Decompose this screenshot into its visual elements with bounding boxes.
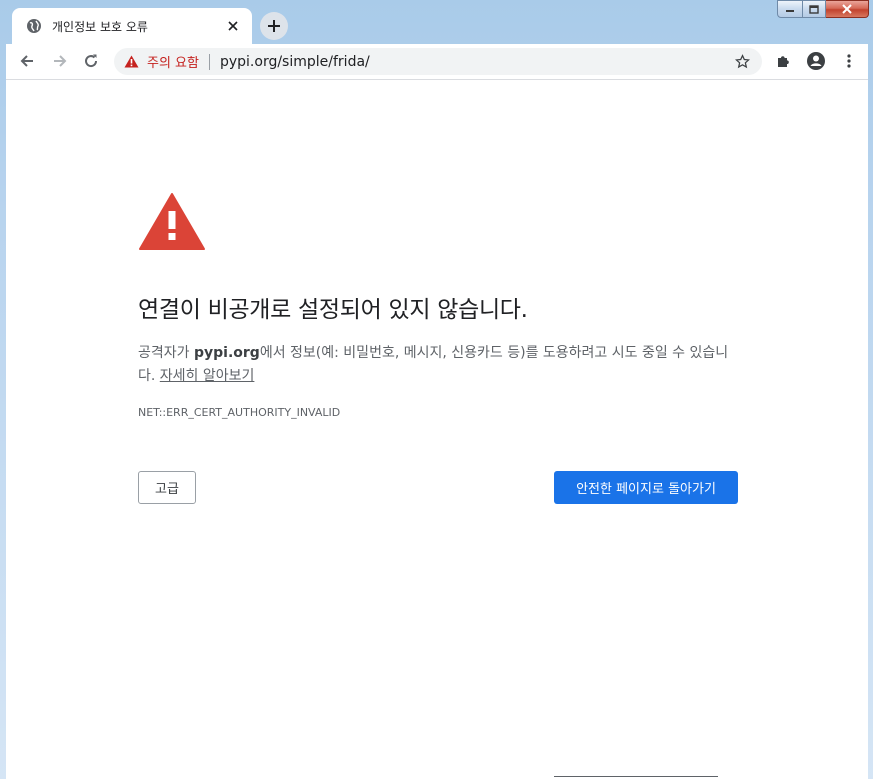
reload-icon [85, 54, 98, 68]
minimize-button[interactable] [777, 0, 803, 18]
globe-icon [27, 19, 41, 33]
menu-button[interactable] [838, 50, 860, 72]
tab-title: 개인정보 보호 오류 [52, 19, 148, 34]
interstitial-content: 연결이 비공개로 설정되어 있지 않습니다. 공격자가 pypi.org에서 정… [138, 192, 738, 419]
plus-icon [268, 20, 280, 32]
arrow-right-icon [54, 55, 67, 67]
window-controls [777, 0, 869, 18]
warning-icon [124, 55, 139, 68]
browser-window: 주의 요함 pypi.org/simple/frida/ 연결이 비공개로 설정… [6, 44, 868, 779]
error-code[interactable]: NET::ERR_CERT_AUTHORITY_INVALID [138, 406, 738, 419]
new-tab-button[interactable] [260, 12, 288, 40]
address-bar[interactable]: 주의 요함 pypi.org/simple/frida/ [114, 48, 762, 75]
close-icon [842, 4, 852, 14]
url-text[interactable]: pypi.org/simple/frida/ [220, 54, 732, 70]
arrow-left-icon [20, 55, 33, 67]
reload-button[interactable] [79, 49, 103, 73]
account-icon [807, 52, 825, 70]
advanced-button[interactable]: 고급 [138, 471, 196, 504]
restore-icon [809, 4, 819, 14]
description-prefix: 공격자가 [138, 345, 194, 361]
back-button[interactable] [15, 49, 39, 73]
bookmark-star-button[interactable] [732, 52, 752, 72]
security-warning-chip[interactable]: 주의 요함 [124, 52, 199, 71]
warning-description: 공격자가 pypi.org에서 정보(예: 비밀번호, 메시지, 신용카드 등)… [138, 342, 738, 388]
profile-button[interactable] [805, 50, 827, 72]
warning-triangle-icon [139, 193, 205, 250]
maximize-button[interactable] [803, 0, 826, 18]
toolbar: 주의 요함 pypi.org/simple/frida/ [6, 44, 868, 80]
puzzle-icon [778, 56, 789, 67]
browser-tab[interactable]: 개인정보 보호 오류 [12, 8, 252, 44]
back-to-safety-button[interactable]: 안전한 페이지로 돌아가기 [554, 471, 738, 504]
bottom-divider [554, 776, 718, 777]
close-icon [228, 21, 238, 31]
minimize-icon [786, 10, 794, 12]
star-icon [734, 54, 750, 69]
page-title: 연결이 비공개로 설정되어 있지 않습니다. [138, 297, 528, 323]
more-vertical-icon [847, 54, 851, 68]
learn-more-link[interactable]: 자세히 알아보기 [160, 368, 255, 384]
forward-button[interactable] [48, 49, 72, 73]
security-warning-label: 주의 요함 [147, 56, 199, 71]
omnibox-divider [208, 53, 210, 70]
description-domain: pypi.org [193, 345, 260, 361]
extensions-button[interactable] [773, 50, 795, 72]
close-window-button[interactable] [826, 0, 869, 18]
tab-close-button[interactable] [224, 17, 242, 35]
